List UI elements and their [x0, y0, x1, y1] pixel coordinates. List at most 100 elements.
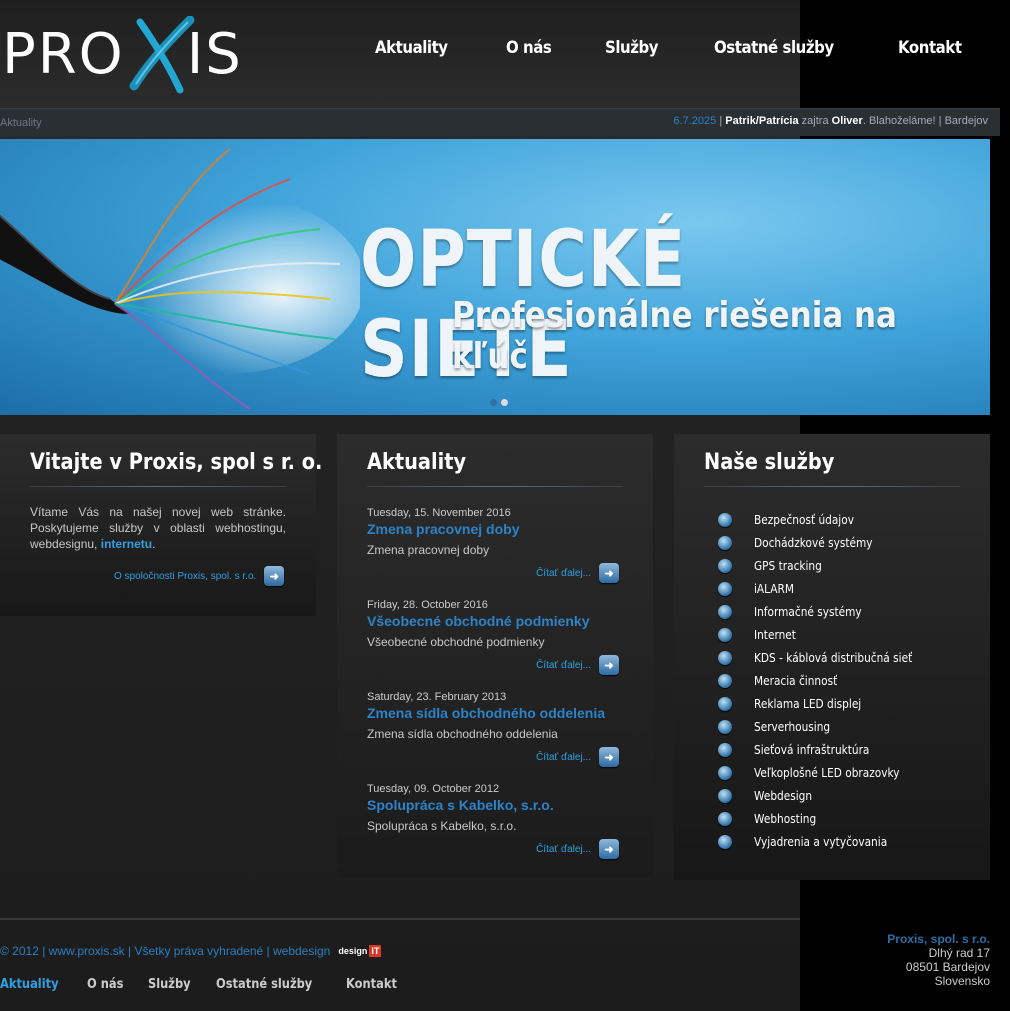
service-label: Webhosting: [754, 811, 817, 826]
footer-nav-ostatne-sluzby[interactable]: Ostatné služby: [216, 977, 312, 992]
arrow-right-icon[interactable]: ➜: [264, 566, 285, 586]
news-panel: Aktuality Tuesday, 15. November 2016 Zme…: [337, 434, 653, 878]
nav-o-nas[interactable]: O nás: [506, 38, 552, 58]
copyright: © 2012 | www.proxis.sk | Všetky práva vy…: [0, 944, 382, 958]
fiber-cable-image: [0, 148, 360, 410]
service-item[interactable]: Meracia činnosť: [718, 669, 934, 692]
city: Bardejov: [944, 115, 988, 127]
news-text: Všeobecné obchodné podmienky: [367, 635, 545, 649]
bullet-icon: [718, 765, 732, 780]
arrow-right-icon[interactable]: ➜: [599, 655, 619, 675]
footer-nav-o-nas[interactable]: O nás: [87, 977, 123, 992]
welcome-panel: Vitajte v Proxis, spol s r. o. Vítame Vá…: [0, 434, 322, 616]
tomorrow-name: Oliver: [831, 115, 863, 127]
service-label: Dochádzkové systémy: [754, 535, 873, 550]
design-label: design: [338, 946, 368, 956]
read-more-link[interactable]: Čítať ďalej... ➜: [367, 747, 619, 767]
bullet-icon: [718, 604, 732, 619]
read-more-link[interactable]: Čítať ďalej... ➜: [367, 655, 619, 675]
nameday-info: 6.7.2025 | Patrik/Patrícia zajtra Oliver…: [673, 115, 988, 127]
news-title-link[interactable]: Všeobecné obchodné podmienky: [367, 613, 623, 629]
divider: [30, 486, 286, 487]
service-label: GPS tracking: [754, 558, 822, 573]
service-item[interactable]: Webdesign: [718, 784, 934, 807]
service-item[interactable]: Internet: [718, 623, 934, 646]
service-label: Internet: [754, 627, 796, 642]
news-text: Zmena sídla obchodného oddelenia: [367, 727, 558, 741]
logo[interactable]: PRO IS: [2, 14, 252, 94]
service-item[interactable]: Veľkoplošné LED obrazovky: [718, 761, 934, 784]
service-item[interactable]: iALARM: [718, 577, 934, 600]
greeting: . Blahoželáme!: [862, 115, 936, 127]
logo-text: PRO IS: [2, 22, 243, 87]
service-label: Bezpečnosť údajov: [754, 512, 854, 527]
current-date: 6.7.2025: [673, 115, 717, 127]
news-text: Spolupráca s Kabelko, s.r.o.: [367, 819, 517, 833]
bullet-icon: [718, 719, 732, 734]
read-more-link[interactable]: Čítať ďalej... ➜: [367, 839, 619, 859]
services-title: Naše služby: [704, 450, 835, 475]
service-item[interactable]: Informačné systémy: [718, 600, 934, 623]
arrow-right-icon[interactable]: ➜: [599, 839, 619, 859]
nav-aktuality[interactable]: Aktuality: [375, 38, 448, 58]
slider-dots: [490, 399, 508, 406]
read-more-link[interactable]: Čítať ďalej... ➜: [367, 563, 619, 583]
nav-ostatne-sluzby[interactable]: Ostatné služby: [714, 38, 834, 58]
arrow-right-icon[interactable]: ➜: [599, 747, 619, 767]
news-title-link[interactable]: Zmena pracovnej doby: [367, 521, 623, 537]
footer-nav-kontakt[interactable]: Kontakt: [346, 977, 397, 992]
tomorrow-word: zajtra: [801, 115, 829, 127]
service-label: Reklama LED displej: [754, 696, 862, 711]
service-item[interactable]: Dochádzkové systémy: [718, 531, 934, 554]
service-item[interactable]: Vyjadrenia a vytyčovania: [718, 830, 934, 853]
hero-banner[interactable]: OPTICKÉ SIETE Profesionálne riešenia na …: [0, 139, 990, 415]
bullet-icon: [718, 742, 732, 757]
company-address: Proxis, spol. s r.o. Dlhý rad 17 08501 B…: [887, 932, 990, 988]
news-title-link[interactable]: Spolupráca s Kabelko, s.r.o.: [367, 797, 623, 813]
main-nav: Aktuality O nás Služby Ostatné služby Ko…: [375, 38, 970, 58]
info-bar: Aktuality 6.7.2025 | Patrik/Patrícia zaj…: [0, 108, 1000, 136]
service-label: Meracia činnosť: [754, 673, 838, 688]
slide-dot-1[interactable]: [490, 399, 497, 406]
bullet-icon: [718, 834, 732, 849]
read-more-label: Čítať ďalej...: [536, 843, 591, 855]
news-date: Friday, 28. October 2016: [367, 599, 488, 611]
footer-nav-sluzby[interactable]: Služby: [148, 977, 191, 992]
bullet-icon: [718, 811, 732, 826]
news-title-link[interactable]: Zmena sídla obchodného oddelenia: [367, 705, 623, 721]
divider: [367, 486, 623, 487]
nav-sluzby[interactable]: Služby: [605, 38, 659, 58]
address-country: Slovensko: [934, 974, 990, 988]
service-label: Sieťová infraštruktúra: [754, 742, 870, 757]
news-text: Zmena pracovnej doby: [367, 543, 490, 557]
bullet-icon: [718, 627, 732, 642]
service-item[interactable]: Sieťová infraštruktúra: [718, 738, 934, 761]
about-company-link[interactable]: O spoločnosti Proxis, spol. s r.o. ➜: [114, 566, 285, 586]
bullet-icon: [718, 535, 732, 550]
bullet-icon: [718, 650, 732, 665]
news-date: Saturday, 23. February 2013: [367, 691, 507, 703]
service-item[interactable]: Reklama LED displej: [718, 692, 934, 715]
news-title: Aktuality: [367, 450, 467, 475]
service-item[interactable]: Bezpečnosť údajov: [718, 508, 934, 531]
internet-link[interactable]: internetu: [101, 537, 152, 551]
bullet-icon: [718, 788, 732, 803]
nav-kontakt[interactable]: Kontakt: [898, 38, 962, 58]
service-item[interactable]: Webhosting: [718, 807, 934, 830]
banner-subtitle: Profesionálne riešenia na kľúč: [452, 295, 897, 377]
footer-nav-aktuality[interactable]: Aktuality: [0, 977, 59, 992]
company-name: Proxis, spol. s r.o.: [887, 932, 990, 946]
service-item[interactable]: GPS tracking: [718, 554, 934, 577]
arrow-right-icon[interactable]: ➜: [599, 563, 619, 583]
bullet-icon: [718, 673, 732, 688]
punct: .: [152, 537, 156, 551]
service-item[interactable]: Serverhousing: [718, 715, 934, 738]
copyright-text: © 2012 | www.proxis.sk | Všetky práva vy…: [0, 944, 331, 958]
slide-dot-2[interactable]: [501, 399, 508, 406]
bullet-icon: [718, 512, 732, 527]
service-item[interactable]: KDS - káblová distribučná sieť: [718, 646, 934, 669]
service-label: Webdesign: [754, 788, 813, 803]
welcome-body: Vítame Vás na našej novej web stránke. P…: [30, 505, 286, 551]
design-it-logo[interactable]: design IT: [338, 945, 382, 957]
news-date: Tuesday, 09. October 2012: [367, 783, 500, 795]
